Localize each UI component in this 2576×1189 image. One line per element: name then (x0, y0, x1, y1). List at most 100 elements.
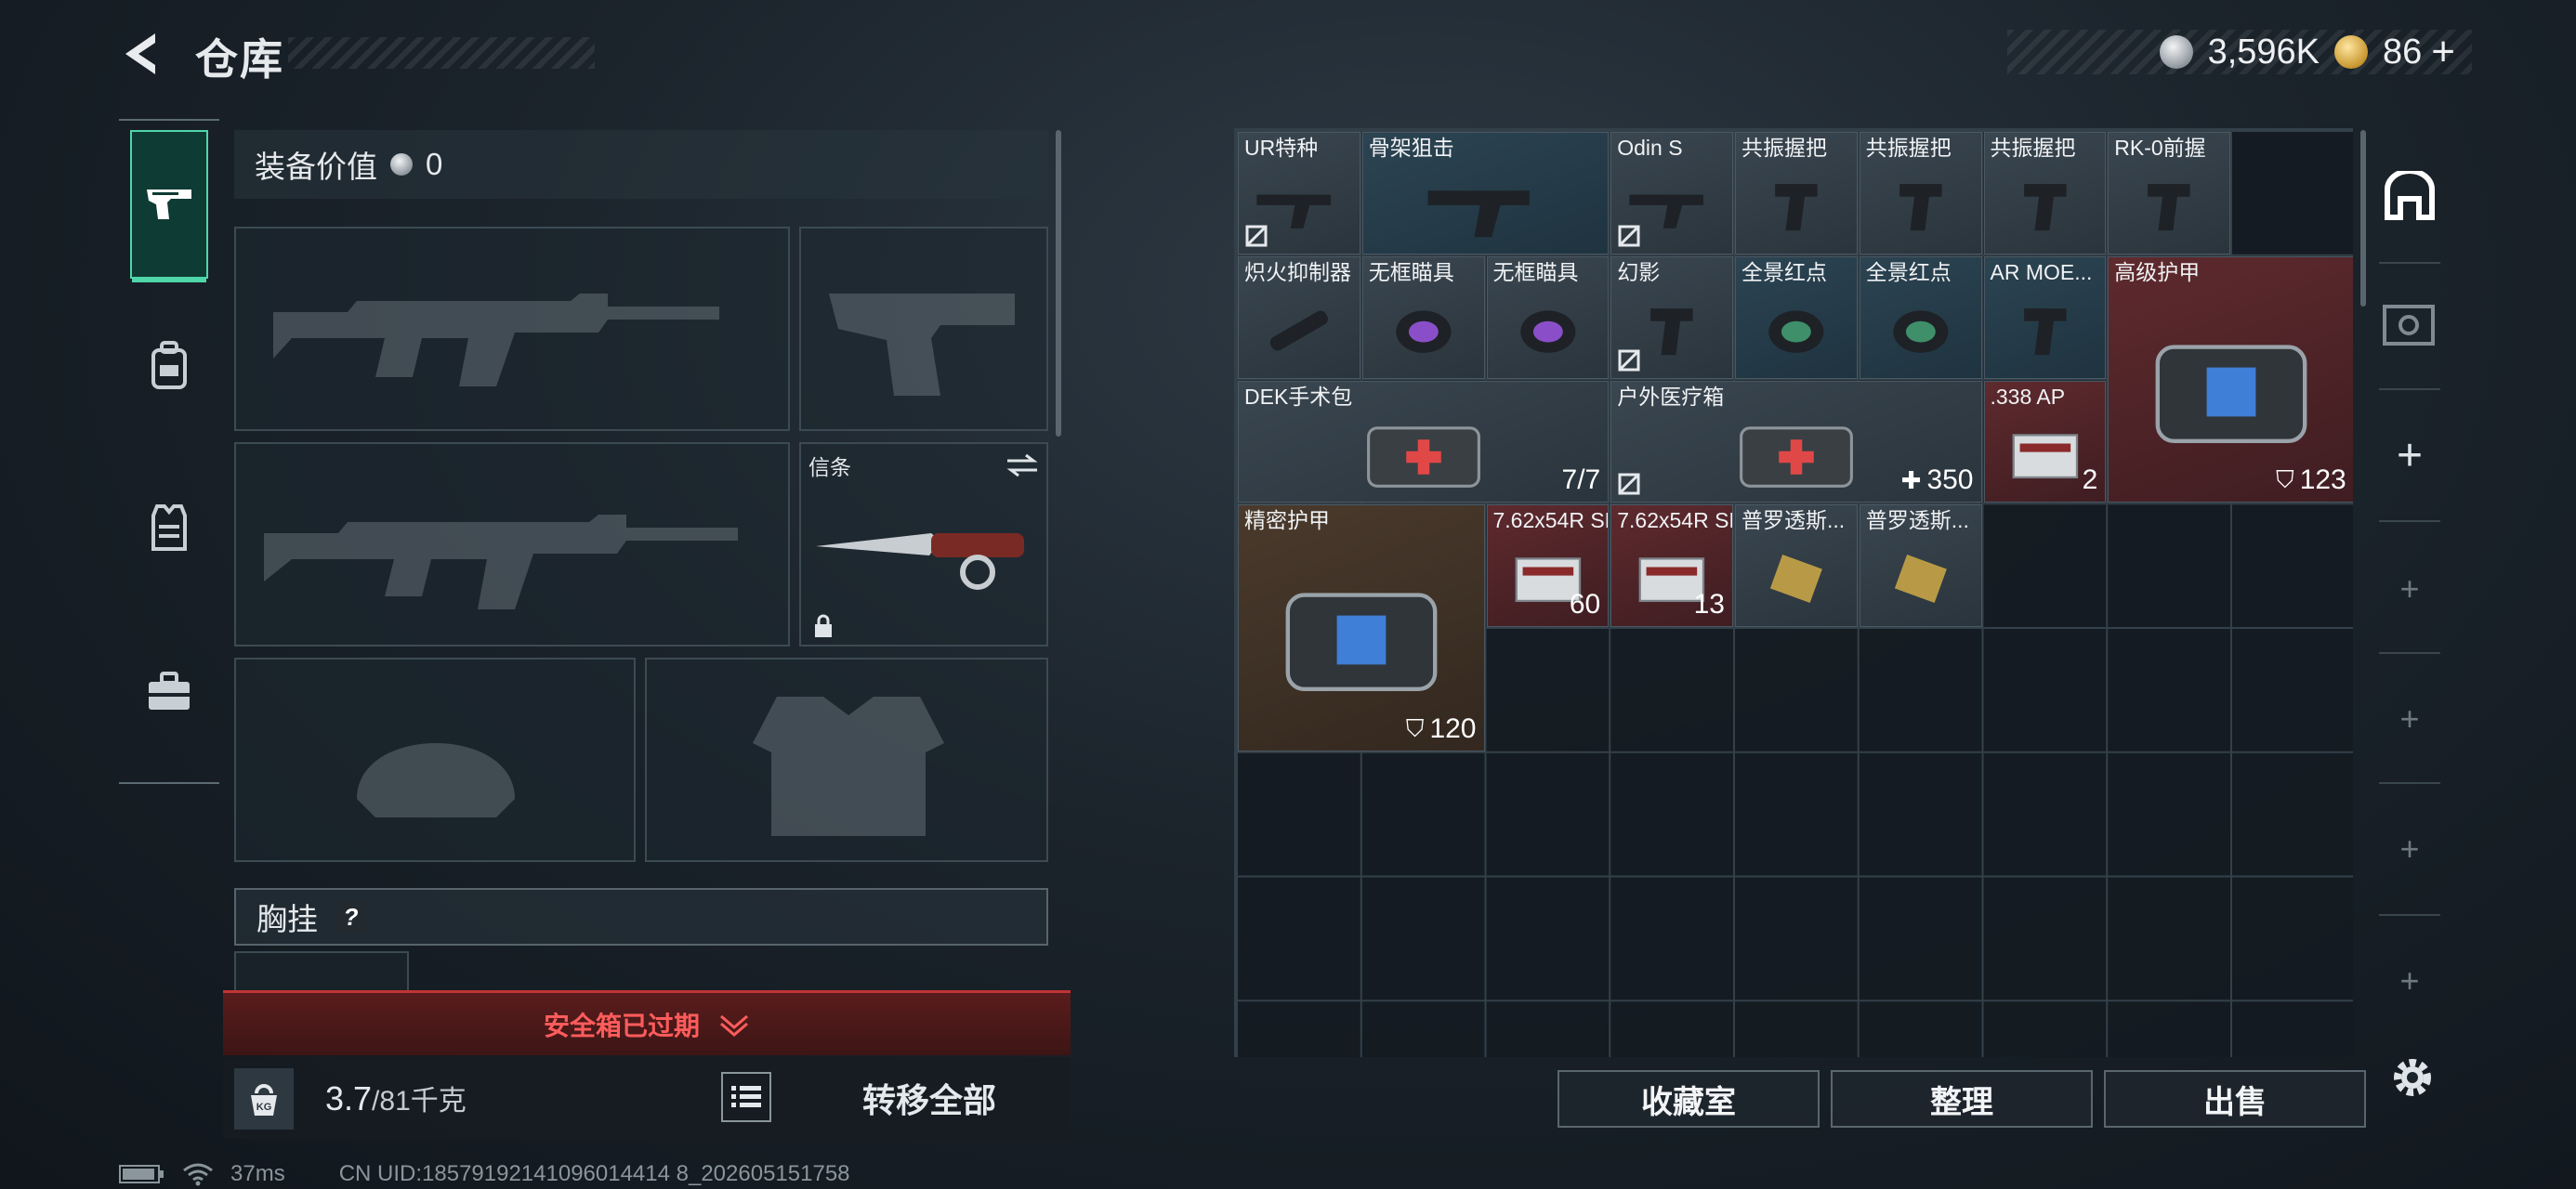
storage-item[interactable]: 共振握把 (1983, 132, 2107, 255)
medkit-item-icon (1739, 425, 1853, 488)
storage-page-main[interactable] (2360, 141, 2459, 253)
loadout-scrollbar[interactable] (1056, 130, 1061, 437)
safebox-expired-bar[interactable]: 安全箱已过期 (223, 990, 1071, 1055)
melee-slot[interactable]: 信条 (799, 442, 1048, 647)
item-name: 骨架狙击 (1368, 136, 1454, 160)
grip-item-icon (1775, 184, 1818, 231)
currency-bar: 3,596K 86 + (2007, 29, 2472, 75)
storage-item[interactable]: 共振握把 (1735, 132, 1858, 255)
storage-item[interactable]: 7.62x54R SNB 13 (1610, 504, 1733, 627)
help-button[interactable]: ? (332, 900, 371, 934)
storage-item[interactable]: 精密护甲 ⛉ 120 (1238, 504, 1485, 751)
item-image (1363, 281, 1484, 378)
equipment-value-row: 装备价值 0 (234, 130, 1048, 199)
item-name: 共振握把 (1741, 136, 1827, 160)
item-count-value: 123 (2299, 464, 2346, 496)
storage-grid[interactable]: UR特种 骨架狙击 Odin S 共振握把 共振握把 共振握把 RK-0前握 炽火抑制器 无框瞄… (1234, 128, 2353, 1057)
sight-item-icon (1396, 310, 1452, 353)
add-storage-page-button[interactable]: + (2360, 399, 2459, 511)
storage-item[interactable]: DEK手术包 7/7 (1238, 380, 1610, 503)
storage-item[interactable]: UR特种 (1238, 132, 1360, 255)
tab-case[interactable] (130, 652, 208, 730)
sight-item-icon (1893, 310, 1949, 353)
weight-icon: KG (234, 1068, 294, 1130)
storage-item[interactable]: 无框瞄具 (1486, 255, 1610, 379)
item-image (1488, 281, 1609, 378)
collection-room-button[interactable]: 收藏室 (1557, 1070, 1820, 1128)
storage-item[interactable]: Odin S (1610, 132, 1733, 255)
storage-item[interactable]: RK-0前握 (2108, 132, 2230, 255)
storage-item[interactable]: 共振握把 (1859, 132, 1982, 255)
storage-item[interactable]: 无框瞄具 (1361, 255, 1485, 379)
primary-weapon-slot[interactable] (234, 227, 790, 431)
tab-backpack[interactable] (130, 327, 208, 405)
chip-item-icon (1769, 555, 1822, 604)
list-view-button[interactable] (721, 1072, 771, 1122)
grip-item-icon (2023, 307, 2067, 355)
sell-button[interactable]: 出售 (2104, 1070, 2366, 1128)
item-name: 精密护甲 (1244, 508, 1330, 533)
item-name: 7.62x54R SNB (1492, 508, 1609, 533)
uid-text: CN UID:18579192141096014414 8_2026051517… (338, 1161, 850, 1186)
item-count-value: 2 (2082, 464, 2098, 496)
chest-rig-slot[interactable] (234, 951, 409, 990)
stock-item-icon (1427, 190, 1530, 238)
no-drop-icon (1618, 473, 1640, 495)
back-button[interactable] (116, 28, 163, 80)
storage-item[interactable]: 普罗透斯... (1735, 504, 1858, 627)
item-name: 无框瞄具 (1368, 259, 1454, 284)
transfer-all-button[interactable]: 转移全部 (836, 1074, 1022, 1122)
weight-value: 3.7 (325, 1079, 373, 1117)
storage-item[interactable]: 7.62x54R SNB 60 (1486, 504, 1610, 627)
item-count: 2 (2083, 464, 2098, 496)
locked-storage-page[interactable]: + (2360, 533, 2459, 645)
storage-item[interactable]: AR MOE... (1983, 255, 2107, 379)
storage-item[interactable]: .338 AP 2 (1983, 380, 2107, 503)
item-name: 7.62x54R SNB (1617, 508, 1732, 533)
item-name: UR特种 (1244, 136, 1319, 160)
item-name: Odin S (1617, 136, 1683, 160)
silver-coin-icon (2159, 35, 2193, 69)
no-drop-icon (1618, 225, 1640, 247)
helmet-slot[interactable] (234, 658, 636, 862)
organize-button[interactable]: 整理 (1831, 1070, 2093, 1128)
locked-storage-page[interactable]: + (2360, 663, 2459, 775)
item-image (1363, 157, 1609, 254)
safebox-expired-text: 安全箱已过期 (543, 1011, 700, 1040)
sidearm-slot[interactable] (799, 227, 1048, 431)
rifle-silhouette-icon (273, 294, 719, 386)
locked-storage-page[interactable]: + (2360, 925, 2459, 1037)
back-arrow-icon (125, 33, 155, 74)
storage-item[interactable]: 全景红点 (1735, 255, 1858, 379)
storage-item[interactable]: 炽火抑制器 (1238, 255, 1360, 379)
item-name: 普罗透斯... (1865, 508, 1969, 533)
storage-item[interactable]: 全景红点 (1859, 255, 1982, 379)
settings-button[interactable] (2385, 1050, 2440, 1105)
armor-silhouette-icon (753, 697, 944, 836)
tab-vest[interactable] (130, 489, 208, 567)
item-image (1860, 281, 1981, 378)
locked-storage-page[interactable]: + (2360, 793, 2459, 905)
medkit-item-icon (1366, 425, 1480, 488)
storage-page-safe[interactable] (2360, 269, 2459, 381)
secondary-weapon-slot[interactable] (234, 442, 790, 647)
add-currency-button[interactable]: + (2431, 29, 2455, 75)
storage-item[interactable]: 户外医疗箱 ✚ 350 (1610, 380, 1982, 503)
swap-icon[interactable] (1004, 451, 1041, 479)
storage-item[interactable]: 高级护甲 ⛉ 123 (2108, 255, 2353, 503)
tab-weapons[interactable] (130, 130, 208, 282)
no-drop-icon (1245, 225, 1268, 247)
grip-item-icon (1899, 184, 1942, 231)
armor-slot[interactable] (645, 658, 1048, 862)
armor-item-icon (2155, 344, 2307, 443)
item-name: 户外医疗箱 (1617, 384, 1725, 409)
chest-rig-label: 胸挂 (256, 902, 318, 936)
item-image (1985, 157, 2106, 254)
grip-item-icon (2023, 184, 2067, 231)
equipment-value-label: 装备价值 (255, 150, 377, 184)
storage-item[interactable]: 幻影 (1610, 255, 1733, 379)
storage-item[interactable]: 普罗透斯... (1859, 504, 1982, 627)
chevron-down-icon (720, 1014, 748, 1037)
item-name: 普罗透斯... (1741, 508, 1846, 533)
storage-item[interactable]: 骨架狙击 (1361, 132, 1610, 255)
